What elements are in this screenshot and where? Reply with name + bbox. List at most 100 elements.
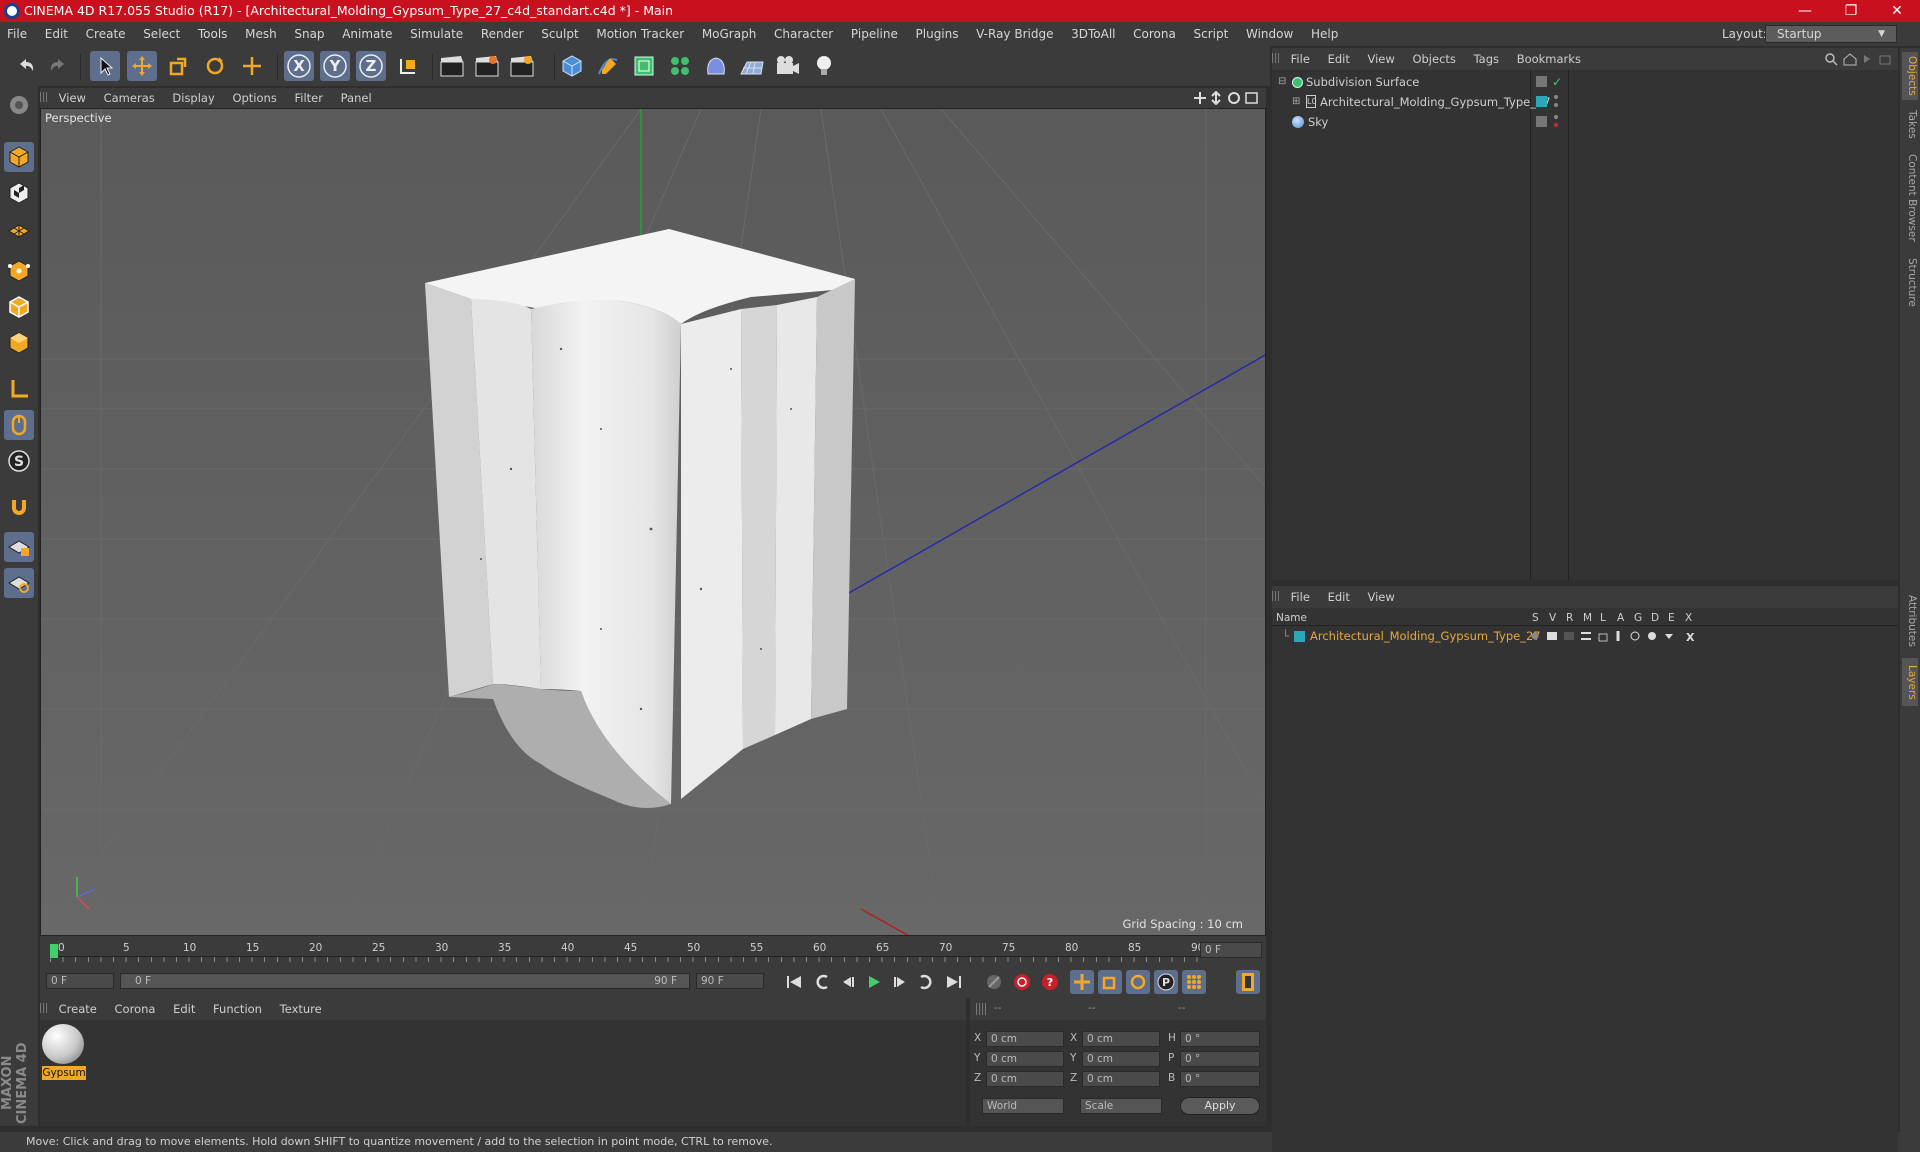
menu-plugins[interactable]: Plugins	[909, 27, 966, 41]
key-parameter-button[interactable]: P	[1154, 970, 1178, 994]
expand-icon[interactable]: ⊞	[1292, 92, 1300, 112]
locked-workplane-button[interactable]	[4, 568, 34, 598]
material-menu-create[interactable]: Create	[52, 1002, 104, 1016]
menu-mograph[interactable]: MoGraph	[695, 27, 764, 41]
frame-range-slider[interactable]: 0 F 90 F	[120, 973, 690, 989]
menu-pipeline[interactable]: Pipeline	[844, 27, 905, 41]
visibility-editor-dot[interactable]	[1554, 95, 1558, 99]
current-frame-field[interactable]: 0 F	[1200, 942, 1262, 958]
position-x-field[interactable]: 0 cm	[986, 1031, 1064, 1047]
menu-sculpt[interactable]: Sculpt	[534, 27, 585, 41]
motion-path-button[interactable]	[982, 970, 1006, 994]
material-gypsum[interactable]: Gypsum	[42, 1024, 86, 1084]
size-x-field[interactable]: 0 cm	[1082, 1031, 1160, 1047]
menu-snap[interactable]: Snap	[287, 27, 331, 41]
snap-button[interactable]	[4, 492, 34, 522]
layer-row[interactable]: └ Architectural_Molding_Gypsum_Type_27 X	[1272, 626, 1898, 646]
menu-animate[interactable]: Animate	[335, 27, 399, 41]
enabled-check-icon[interactable]: ✓	[1552, 72, 1562, 92]
size-y-field[interactable]: 0 cm	[1082, 1051, 1160, 1067]
points-mode-button[interactable]	[4, 256, 34, 286]
viewport-grip[interactable]	[40, 92, 48, 102]
timeline-button[interactable]	[1236, 970, 1260, 994]
layer-col-locked[interactable]: L	[1600, 610, 1606, 626]
apply-button[interactable]: Apply	[1180, 1097, 1260, 1115]
menu-help[interactable]: Help	[1304, 27, 1345, 41]
rotation-p-field[interactable]: 0 °	[1180, 1051, 1260, 1067]
material-menu-function[interactable]: Function	[206, 1002, 269, 1016]
object-manager-tools[interactable]	[1824, 52, 1894, 66]
tab-layers[interactable]: Layers	[1902, 658, 1918, 706]
menu-motion-tracker[interactable]: Motion Tracker	[589, 27, 691, 41]
menu-window[interactable]: Window	[1239, 27, 1300, 41]
layer-col-view[interactable]: V	[1549, 610, 1556, 626]
position-z-field[interactable]: 0 cm	[986, 1071, 1064, 1087]
menu-file[interactable]: File	[0, 27, 34, 41]
timeline-ruler[interactable]: 0 5 10 15 20 25 30 35 40 45 50 55 60 65 …	[50, 938, 1204, 962]
maximize-button[interactable]: ❐	[1828, 0, 1874, 22]
tab-content-browser[interactable]: Content Browser	[1902, 148, 1918, 248]
playhead[interactable]	[50, 944, 58, 958]
viewport-menu-cameras[interactable]: Cameras	[97, 91, 162, 105]
y-axis-button[interactable]: Y	[320, 51, 350, 81]
object-menu-view[interactable]: View	[1361, 52, 1402, 66]
coordinate-system-button[interactable]	[393, 51, 423, 81]
menu-simulate[interactable]: Simulate	[403, 27, 470, 41]
layer-col-xref[interactable]: X	[1685, 610, 1692, 626]
solo-mode-button[interactable]: S	[4, 446, 34, 476]
go-to-start-button[interactable]	[782, 970, 806, 994]
visibility-editor-dot[interactable]	[1554, 115, 1558, 119]
rotation-b-field[interactable]: 0 °	[1180, 1071, 1260, 1087]
add-mograph-button[interactable]	[665, 51, 695, 81]
layout-dropdown[interactable]: Startup ▼	[1765, 25, 1897, 43]
axis-mode-button[interactable]	[4, 374, 34, 404]
menu-corona[interactable]: Corona	[1126, 27, 1183, 41]
viewport-menu-filter[interactable]: Filter	[287, 91, 329, 105]
menu-character[interactable]: Character	[767, 27, 840, 41]
viewport-menu-panel[interactable]: Panel	[334, 91, 379, 105]
end-frame-field[interactable]: 90 F	[696, 973, 764, 989]
menu-render[interactable]: Render	[474, 27, 531, 41]
tweak-mode-button[interactable]	[4, 410, 34, 440]
rotation-h-field[interactable]: 0 °	[1180, 1031, 1260, 1047]
3d-viewport[interactable]: Perspective Grid Spacing : 10 cm	[40, 108, 1266, 936]
object-row-subdivision[interactable]: ⊟ Subdivision Surface ✓	[1272, 72, 1898, 92]
viewport-menu-view[interactable]: View	[52, 91, 93, 105]
menu-script[interactable]: Script	[1187, 27, 1236, 41]
previous-frame-button[interactable]	[836, 970, 860, 994]
object-row-molding[interactable]: ⊞ L0 Architectural_Molding_Gypsum_Type_2…	[1272, 92, 1898, 112]
layer-icon[interactable]	[1536, 76, 1547, 87]
visibility-render-dot[interactable]	[1554, 123, 1558, 127]
viewport-menu-options[interactable]: Options	[225, 91, 283, 105]
layer-col-deformers[interactable]: D	[1651, 610, 1659, 626]
layer-menu-view[interactable]: View	[1361, 590, 1402, 604]
material-menu-edit[interactable]: Edit	[166, 1002, 202, 1016]
model-mode-button[interactable]	[4, 142, 34, 172]
visibility-render-dot[interactable]	[1554, 103, 1558, 107]
rotate-tool-button[interactable]	[200, 51, 230, 81]
layer-color-icon[interactable]	[1536, 96, 1547, 107]
next-key-button[interactable]	[914, 970, 938, 994]
tab-attributes[interactable]: Attributes	[1902, 588, 1918, 654]
menu-select[interactable]: Select	[136, 27, 187, 41]
render-view-button[interactable]	[437, 51, 467, 81]
add-camera-button[interactable]	[773, 51, 803, 81]
undo-button[interactable]	[10, 51, 40, 81]
menu-vray-bridge[interactable]: V-Ray Bridge	[969, 27, 1060, 41]
menu-edit[interactable]: Edit	[38, 27, 75, 41]
key-position-button[interactable]	[1070, 970, 1094, 994]
key-pla-button[interactable]	[1182, 970, 1206, 994]
start-frame-field[interactable]: 0 F	[46, 973, 114, 989]
edges-mode-button[interactable]	[4, 292, 34, 322]
key-scale-button[interactable]	[1098, 970, 1122, 994]
object-menu-bookmarks[interactable]: Bookmarks	[1510, 52, 1588, 66]
material-menu-corona[interactable]: Corona	[108, 1002, 163, 1016]
viewport-nav-icons[interactable]	[1194, 91, 1260, 105]
close-button[interactable]: ✕	[1874, 0, 1920, 22]
layer-menu-file[interactable]: File	[1284, 590, 1317, 604]
texture-mode-button[interactable]	[4, 178, 34, 208]
polygons-mode-button[interactable]	[4, 328, 34, 358]
menu-3dtoall[interactable]: 3DToAll	[1064, 27, 1122, 41]
object-menu-tags[interactable]: Tags	[1467, 52, 1506, 66]
layer-col-solo[interactable]: S	[1532, 610, 1539, 626]
